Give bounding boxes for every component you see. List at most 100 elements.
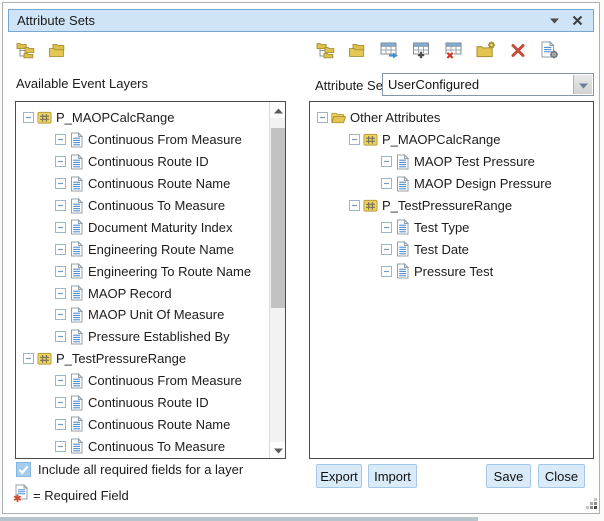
collapse-panel-icon[interactable] (547, 14, 561, 28)
field-icon (395, 241, 410, 258)
dropdown-button[interactable] (573, 75, 592, 94)
tree-item[interactable]: Continuous Route ID (16, 392, 268, 414)
tree-item-label: P_MAOPCalcRange (56, 110, 175, 125)
field-icon (69, 131, 84, 148)
collapse-minus-icon[interactable] (55, 419, 66, 430)
collapse-minus-icon[interactable] (23, 112, 34, 123)
event-layers-tree: P_MAOPCalcRangeContinuous From MeasureCo… (16, 102, 268, 458)
collapse-minus-icon[interactable] (55, 266, 66, 277)
collapse-minus-icon[interactable] (381, 156, 392, 167)
tree-item[interactable]: Other Attributes (310, 107, 593, 129)
red-x-icon (509, 41, 527, 64)
tree-item-label: Continuous From Measure (88, 132, 242, 147)
tree-item[interactable]: MAOP Unit Of Measure (16, 304, 268, 326)
collapse-minus-icon[interactable] (349, 200, 360, 211)
tree-item-label: Continuous Route ID (88, 154, 209, 169)
table-x-icon (444, 41, 463, 64)
collapse-event-layers-button[interactable] (48, 42, 67, 62)
tree-item[interactable]: Continuous Route Name (16, 173, 268, 195)
tree-item[interactable]: Pressure Test (310, 260, 593, 282)
tree-item[interactable]: MAOP Test Pressure (310, 151, 593, 173)
scroll-up-button[interactable] (270, 102, 286, 118)
scrollbar-thumb[interactable] (271, 128, 285, 308)
collapse-minus-icon[interactable] (55, 309, 66, 320)
tree-item-label: Continuous Route Name (88, 417, 230, 432)
tree-item[interactable]: MAOP Record (16, 282, 268, 304)
tree-item[interactable]: P_MAOPCalcRange (310, 129, 593, 151)
tree-item-label: Other Attributes (350, 110, 440, 125)
delete-attribute-set-button[interactable] (444, 42, 463, 62)
collapse-minus-icon[interactable] (55, 288, 66, 299)
tree-item-label: Continuous To Measure (88, 198, 225, 213)
include-required-fields-checkbox[interactable] (16, 462, 31, 477)
tree-item[interactable]: P_TestPressureRange (16, 348, 268, 370)
remove-item-button[interactable] (508, 42, 527, 62)
tree-item[interactable]: Document Maturity Index (16, 216, 268, 238)
tree-item[interactable]: Continuous To Measure (16, 195, 268, 217)
tree-item[interactable]: Continuous Route ID (16, 151, 268, 173)
collapse-minus-icon[interactable] (381, 222, 392, 233)
field-icon (395, 263, 410, 280)
field-icon (69, 416, 84, 433)
attribute-set-properties-button[interactable] (540, 42, 559, 62)
tree-item[interactable]: Engineering Route Name (16, 238, 268, 260)
collapse-minus-icon[interactable] (55, 441, 66, 452)
tree-item[interactable]: Continuous To Measure (16, 435, 268, 457)
available-event-layers-panel: P_MAOPCalcRangeContinuous From MeasureCo… (15, 101, 286, 459)
tree-item[interactable]: MAOP Design Pressure (310, 173, 593, 195)
collapse-minus-icon[interactable] (55, 134, 66, 145)
folders-icon (348, 41, 367, 64)
collapse-attribute-set-button[interactable] (348, 42, 367, 62)
folder-open-icon (331, 109, 346, 126)
tree-item[interactable]: P_TestPressureRange (310, 195, 593, 217)
collapse-minus-icon[interactable] (55, 178, 66, 189)
scroll-down-button[interactable] (270, 442, 286, 458)
collapse-minus-icon[interactable] (55, 156, 66, 167)
resize-grip[interactable] (585, 497, 598, 510)
collapse-minus-icon[interactable] (55, 200, 66, 211)
tree-item-label: Pressure Test (414, 264, 493, 279)
tree-item[interactable]: Pressure Established By (16, 326, 268, 348)
tree-item[interactable]: P_MAOPCalcRange (16, 107, 268, 129)
field-icon (69, 306, 84, 323)
collapse-minus-icon[interactable] (55, 222, 66, 233)
add-attribute-set-button[interactable] (412, 42, 431, 62)
tree-item[interactable]: Test Date (310, 238, 593, 260)
close-icon[interactable] (570, 14, 584, 28)
layer-icon (37, 350, 52, 367)
table-plus-icon (412, 41, 431, 64)
tree-item-label: Engineering To Route Name (88, 264, 251, 279)
collapse-minus-icon[interactable] (23, 353, 34, 364)
collapse-minus-icon[interactable] (381, 266, 392, 277)
layer-icon (363, 131, 378, 148)
collapse-minus-icon[interactable] (55, 375, 66, 386)
collapse-minus-icon[interactable] (349, 134, 360, 145)
collapse-minus-icon[interactable] (317, 112, 328, 123)
collapse-minus-icon[interactable] (55, 244, 66, 255)
export-button[interactable]: Export (316, 464, 362, 488)
save-button[interactable]: Save (486, 464, 531, 488)
field-icon (69, 438, 84, 455)
tree-item[interactable]: Continuous Route Name (16, 413, 268, 435)
import-button[interactable]: Import (368, 464, 417, 488)
tree-item-label: Continuous Route Name (88, 176, 230, 191)
titlebar[interactable]: Attribute Sets (8, 9, 594, 32)
attribute-set-dropdown[interactable]: UserConfigured (382, 73, 594, 96)
new-group-button[interactable] (476, 42, 495, 62)
close-button[interactable]: Close (538, 464, 585, 488)
tree-item[interactable]: Continuous From Measure (16, 129, 268, 151)
export-attribute-set-button[interactable] (380, 42, 399, 62)
window-edge (0, 517, 478, 521)
collapse-minus-icon[interactable] (381, 178, 392, 189)
tree-item[interactable]: Test Type (310, 216, 593, 238)
expand-event-layers-button[interactable] (16, 42, 35, 62)
tree-item[interactable]: Engineering To Route Name (16, 260, 268, 282)
field-icon (69, 175, 84, 192)
vertical-scrollbar[interactable] (269, 102, 285, 458)
collapse-minus-icon[interactable] (55, 397, 66, 408)
expand-attribute-set-button[interactable] (316, 42, 335, 62)
field-icon (69, 372, 84, 389)
collapse-minus-icon[interactable] (55, 331, 66, 342)
tree-item[interactable]: Continuous From Measure (16, 370, 268, 392)
collapse-minus-icon[interactable] (381, 244, 392, 255)
